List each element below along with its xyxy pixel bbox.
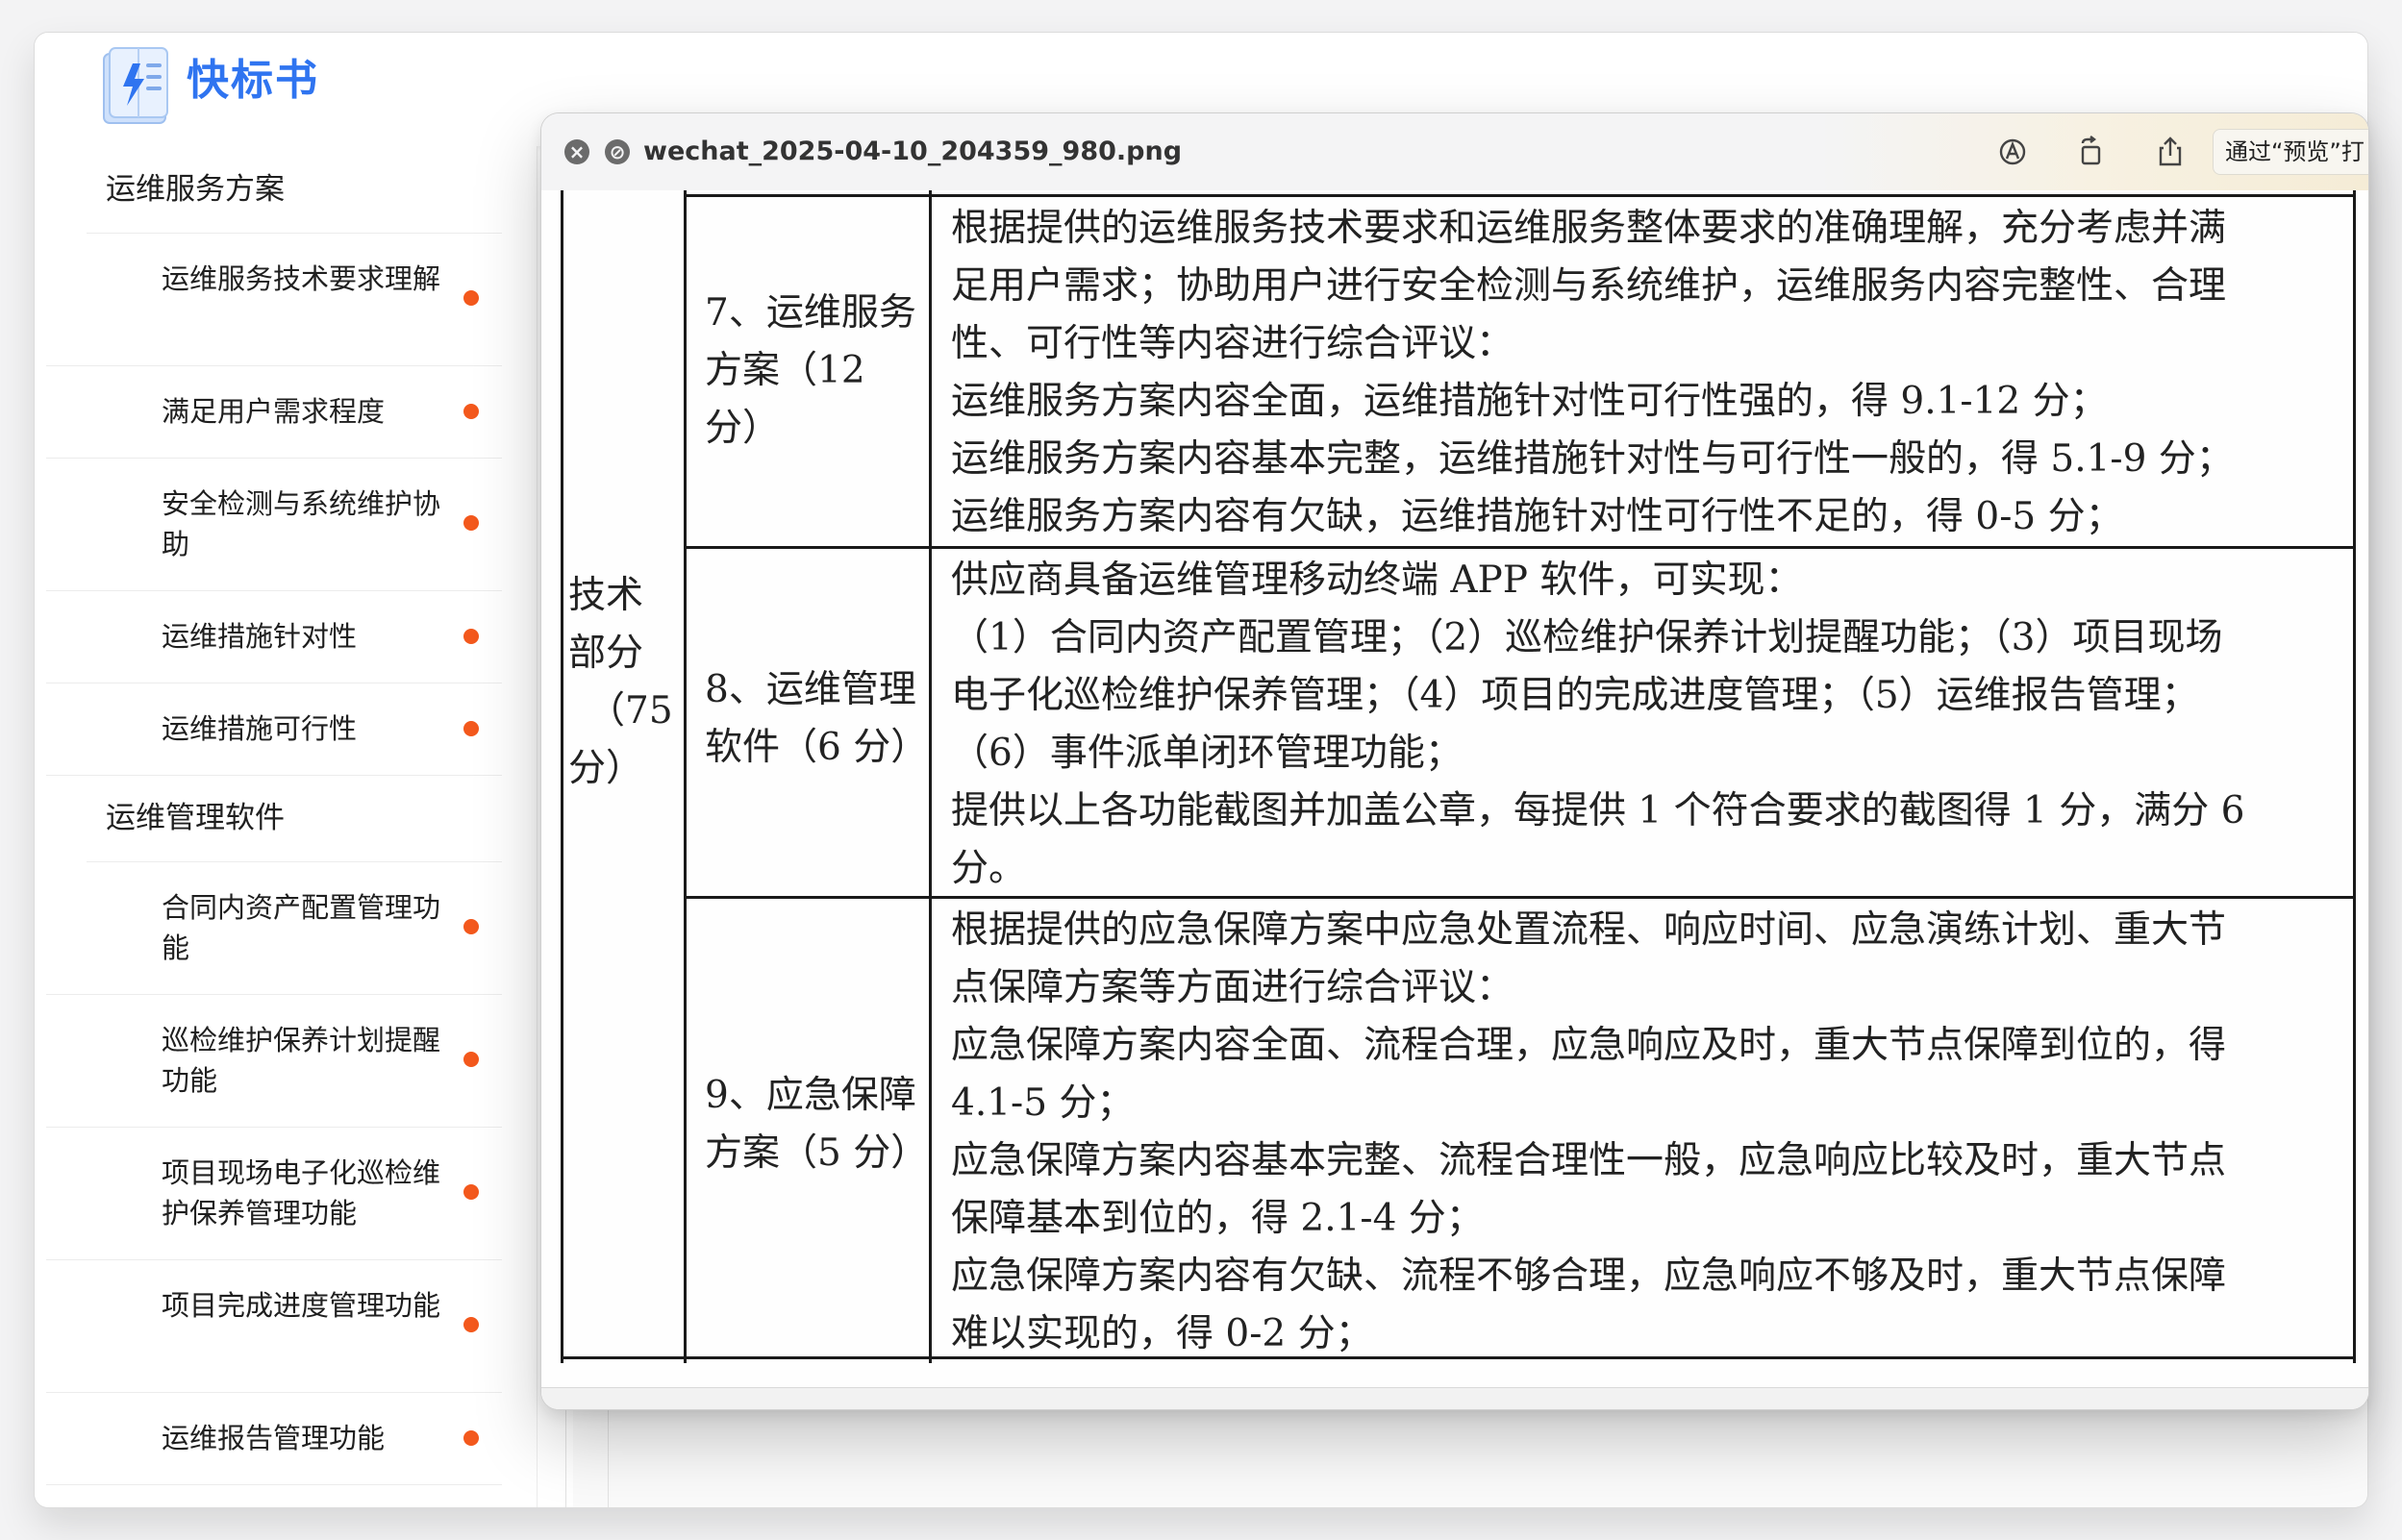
category-line: 部分 [568,632,644,675]
close-icon[interactable]: × [564,139,589,164]
sidebar-group-title: 运维管理软件 [106,801,285,835]
sidebar-item[interactable]: 巡检维护保养计划提醒功能 [46,994,502,1128]
sidebar-item[interactable]: 运维措施针对性 [46,590,502,683]
row-content-line: 点保障方案等方面进行综合评议： [951,966,1514,1009]
row-label: 7、运维服务 方案（12 分） [705,285,916,458]
row-content-line: 根据提供的应急保障方案中应急处置流程、响应时间、应急演练计划、重大节 [951,908,2227,952]
status-dot [463,721,479,736]
sidebar-item[interactable]: 项目完成进度管理功能 [46,1259,502,1393]
row-content-line: 分。 [951,847,1027,890]
category-line: 分） [568,747,644,790]
row-label-line: 8、运维管理 [705,668,916,711]
status-dot [463,1430,479,1446]
sidebar-item-label: 运维服务技术要求理解 [162,262,441,295]
markup-icon[interactable] [1995,135,2030,169]
row-content-line: 运维服务方案内容有欠缺，运维措施针对性可行性不足的，得 0-5 分； [951,495,2123,538]
preview-window: × ⊘ wechat_2025-04-10_204359_980.png 通过“… [541,113,2368,1409]
category-label: 技术 部分 （75 分） [568,567,673,798]
status-dot [463,919,479,934]
table-border [684,194,2356,197]
sidebar-item[interactable]: 运维措施可行性 [46,683,502,776]
row-label: 8、运维管理 软件（6 分） [705,661,928,777]
sidebar-item[interactable]: 满足用户需求程度 [46,365,502,459]
category-line: （75 [588,689,673,733]
table-border [684,896,2356,899]
row-content-line: 应急保障方案内容全面、流程合理，应急响应及时，重大节点保障到位的，得 [951,1024,2227,1067]
row-label-line: 分） [705,407,781,450]
minimize-icon[interactable]: ⊘ [605,139,630,164]
open-with-preview-button[interactable]: 通过“预览”打 [2213,129,2368,175]
row-content-line: 足用户需求；协助用户进行安全检测与系统维护，运维服务内容完整性、合理 [951,264,2227,308]
sidebar-item-label: 运维报告管理功能 [162,1422,386,1454]
status-dot [463,1184,479,1200]
row-label: 9、应急保障 方案（5 分） [705,1067,928,1182]
sidebar-item-label: 运维措施可行性 [162,712,358,745]
preview-filename: wechat_2025-04-10_204359_980.png [643,137,1183,166]
status-dot [463,404,479,419]
status-dot [463,629,479,644]
logo-icon [103,47,168,124]
sidebar-item-label: 合同内资产配置管理功能 [162,891,441,964]
row-content-line: 难以实现的，得 0-2 分； [951,1312,1373,1355]
status-dot [463,1317,479,1332]
status-dot [463,515,479,531]
table-border [684,546,2356,549]
sidebar-item[interactable]: 项目现场电子化巡检维护保养管理功能 [46,1127,502,1260]
sidebar-item[interactable]: 安全检测与系统维护协助 [46,458,502,591]
document-image: 技术 部分 （75 分） 7、运维服务 方案（12 分） 根据提供的运维服务技术… [541,190,2368,1409]
status-dot [463,1052,479,1067]
row-content-line: 应急保障方案内容基本完整、流程合理性一般，应急响应比较及时，重大节点 [951,1139,2227,1182]
row-label-line: 9、应急保障 [705,1074,916,1117]
share-icon[interactable] [2153,135,2188,169]
row-content-line: 4.1-5 分； [951,1081,1135,1125]
rotate-icon[interactable] [2074,135,2109,169]
sidebar-item-label: 安全检测与系统维护协助 [162,487,441,560]
app-logo-text: 快标书 [187,56,319,105]
sidebar-item-label: 运维措施针对性 [162,620,358,653]
sidebar-item[interactable]: 运维报告管理功能 [46,1392,502,1485]
sidebar-item-label: 满足用户需求程度 [162,395,386,428]
sidebar-group-ops-software[interactable]: 运维管理软件 [87,775,502,862]
row-label-line: 7、运维服务 [705,291,916,335]
status-dot [463,290,479,306]
row-content-line: （1）合同内资产配置管理；（2）巡检维护保养计划提醒功能；（3）项目现场 [951,616,2223,659]
category-line: 技术 [568,574,644,617]
table-border [929,190,932,1363]
sidebar-item-label: 项目完成进度管理功能 [162,1289,441,1322]
sidebar-group-ops-plan[interactable]: 运维服务方案 [87,146,502,234]
table-border [684,190,687,1363]
row-content-line: 电子化巡检维护保养管理；（4）项目的完成进度管理；（5）运维报告管理； [951,674,2199,717]
table-border [2353,190,2356,1363]
row-content-line: 应急保障方案内容有欠缺、流程不够合理，应急响应不够及时，重大节点保障 [951,1254,2227,1298]
sidebar: 运维服务方案 运维服务技术要求理解 满足用户需求程度 安全检测与系统维护协助 运… [35,146,538,1507]
row-label-line: 软件（6 分） [705,726,929,769]
table-border [561,190,563,1363]
sidebar-item-label: 项目现场电子化巡检维护保养管理功能 [162,1156,441,1230]
preview-titlebar: × ⊘ wechat_2025-04-10_204359_980.png 通过“… [541,113,2368,191]
row-content-line: 性、可行性等内容进行综合评议： [951,322,1514,365]
row-content-line: 供应商具备运维管理移动终端 APP 软件，可实现： [951,559,1803,602]
table-border [561,1356,2356,1359]
row-content-line: 提供以上各功能截图并加盖公章，每提供 1 个符合要求的截图得 1 分，满分 6 [951,789,2245,832]
row-content-line: 保障基本到位的，得 2.1-4 分； [951,1197,1484,1240]
row-content-line: 运维服务方案内容基本完整，运维措施针对性与可行性一般的，得 5.1-9 分； [951,437,2234,481]
row-content-line: 运维服务方案内容全面，运维措施针对性可行性强的，得 9.1-12 分； [951,380,2108,423]
row-label-line: 方案（5 分） [705,1131,929,1175]
row-label-line: 方案（12 [705,349,865,392]
sidebar-item[interactable]: 合同内资产配置管理功能 [46,861,502,995]
preview-bottom-bar [541,1387,2368,1409]
sidebar-group-title: 运维服务方案 [106,172,285,207]
row-content-line: 根据提供的运维服务技术要求和运维服务整体要求的准确理解，充分考虑并满 [951,207,2227,250]
row-content-line: （6）事件派单闭环管理功能； [951,732,1463,775]
sidebar-item[interactable]: 运维服务技术要求理解 [46,233,502,366]
sidebar-item-label: 巡检维护保养计划提醒功能 [162,1024,441,1097]
